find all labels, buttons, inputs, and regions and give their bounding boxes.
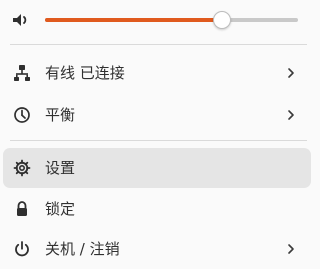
power-off-logout-label: 关机 / 注销 xyxy=(45,240,120,258)
lock-label: 锁定 xyxy=(45,200,76,218)
power-mode-item[interactable]: 平衡 xyxy=(3,95,311,135)
lock-icon xyxy=(13,200,31,218)
wired-network-item[interactable]: 有线 已连接 xyxy=(3,53,311,93)
system-status-menu: 有线 已连接 平衡 设置 锁定 关机 / 注销 xyxy=(0,0,316,268)
volume-row xyxy=(0,0,316,40)
power-off-logout-item[interactable]: 关机 / 注销 xyxy=(3,229,311,269)
wired-network-icon xyxy=(13,64,31,82)
chevron-right-icon xyxy=(285,243,297,255)
middle-divider xyxy=(10,140,307,141)
lock-item[interactable]: 锁定 xyxy=(3,189,311,229)
chevron-right-icon xyxy=(285,109,297,121)
power-mode-icon xyxy=(13,106,31,124)
volume-slider-fill xyxy=(45,18,223,22)
settings-label: 设置 xyxy=(45,159,76,177)
wired-network-label: 有线 已连接 xyxy=(45,64,125,82)
speaker-volume-icon xyxy=(12,12,30,28)
gear-icon xyxy=(13,159,31,177)
chevron-right-icon xyxy=(285,67,297,79)
power-icon xyxy=(13,240,31,258)
volume-slider-handle[interactable] xyxy=(213,11,232,29)
settings-item[interactable]: 设置 xyxy=(3,148,311,188)
top-divider xyxy=(10,44,307,45)
volume-slider[interactable] xyxy=(45,10,298,30)
power-mode-label: 平衡 xyxy=(45,106,76,124)
